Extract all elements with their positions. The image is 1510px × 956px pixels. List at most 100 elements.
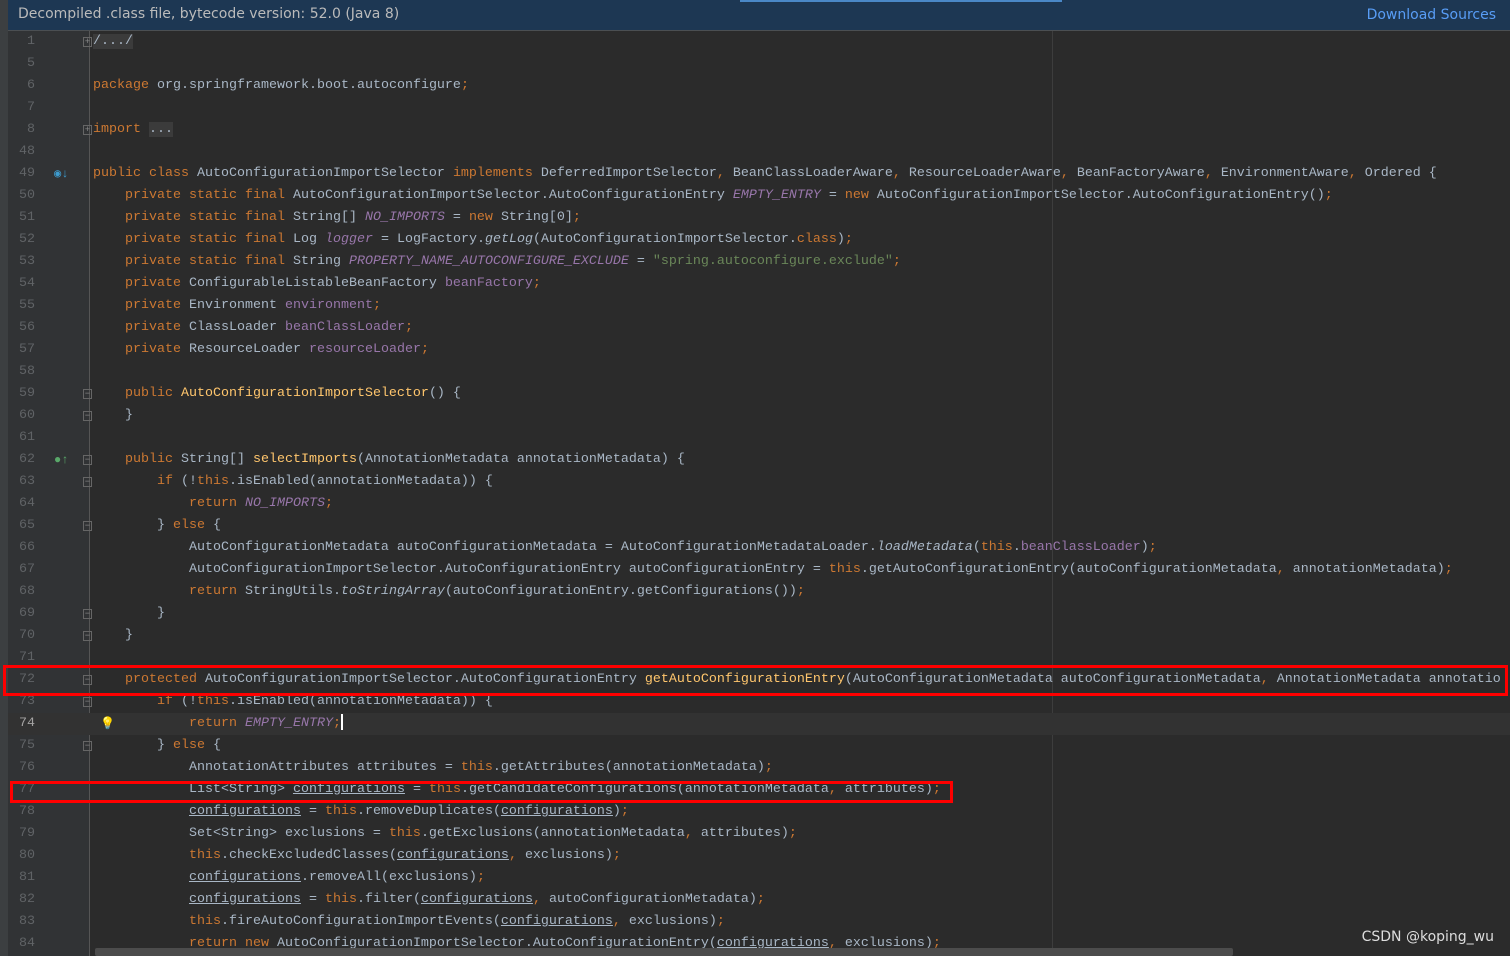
fold-expand-icon[interactable]: + [83,125,92,135]
code-line[interactable]: 53 private static final String PROPERTY_… [8,251,1510,273]
code-token: logger [324,232,373,247]
code-token: private [93,342,189,357]
code-line[interactable]: 54 private ConfigurableListableBeanFacto… [8,273,1510,295]
code-token: beanClassLoader [284,320,405,335]
code-line[interactable]: 62 ●↑ − public String[] selectImports(Anno… [8,449,1510,471]
implemented-icon[interactable]: ◉↓ [54,166,68,182]
fold-collapse-icon[interactable]: − [83,741,92,751]
code-token: /.../ [93,34,133,49]
code-token: configurations [188,870,301,885]
fold-collapse-icon[interactable]: − [83,389,92,399]
fold-collapse-icon[interactable]: − [83,697,92,707]
code-line[interactable]: 48 [8,141,1510,163]
code-token: ; [620,804,629,819]
override-icon[interactable]: ●↑ [54,452,68,468]
code-token: "spring.autoconfigure.exclude" [652,254,893,269]
code-line[interactable]: 1 +/.../ [8,31,1510,53]
code-token: } [93,738,173,753]
code-token: EnvironmentAware [1220,166,1349,181]
line-number: 74 [19,716,35,731]
line-number: 64 [19,496,35,511]
line-number: 84 [19,936,35,951]
code-line[interactable]: 49 ◉↓ public class AutoConfigurationImport… [8,163,1510,185]
code-token: this [388,826,421,841]
fold-collapse-icon[interactable]: − [83,631,92,641]
fold-collapse-icon[interactable]: − [83,455,92,465]
code-line[interactable]: 75 − } else { [8,735,1510,757]
code-token: .fireAutoConfigurationImportEvents( [220,914,501,929]
code-text: public AutoConfigurationImportSelector()… [93,383,1510,405]
code-token: NO_IMPORTS [244,496,325,511]
code-line[interactable]: 79 Set<String> exclusions = this.getExcl… [8,823,1510,845]
code-line[interactable]: 60 − } [8,405,1510,427]
code-token: configurations [500,914,613,929]
code-line[interactable]: 69 − } [8,603,1510,625]
fold-collapse-icon[interactable]: − [83,675,92,685]
code-line[interactable]: 55 private Environment environment; [8,295,1510,317]
fold-collapse-icon[interactable]: − [83,477,92,487]
code-line[interactable]: 71 [8,647,1510,669]
code-token: else [172,738,213,753]
code-token: private static final [93,210,293,225]
fold-collapse-icon[interactable]: − [83,521,92,531]
code-line[interactable]: 83 this.fireAutoConfigurationImportEvent… [8,911,1510,933]
line-number: 1 [27,34,35,49]
line-number: 68 [19,584,35,599]
code-line[interactable]: 63 − if (!this.isEnabled(annotationMetada… [8,471,1510,493]
code-line[interactable]: 65 − } else { [8,515,1510,537]
code-token: this [460,760,493,775]
code-text: configurations = this.filter(configurati… [93,889,1510,911]
line-number: 52 [19,232,35,247]
code-line[interactable]: 70 − } [8,625,1510,647]
code-line[interactable]: 58 [8,361,1510,383]
line-number: 67 [19,562,35,577]
code-token: ; [932,782,941,797]
fold-expand-icon[interactable]: + [83,37,92,47]
code-token: AnnotationMetadata annotatio [1276,672,1501,687]
code-token: (AnnotationMetadata annotationMetadata) … [356,452,685,467]
code-line[interactable]: 56 private ClassLoader beanClassLoader; [8,317,1510,339]
code-token: = [628,254,653,269]
code-line[interactable]: 82 configurations = this.filter(configur… [8,889,1510,911]
code-line[interactable]: 76 AnnotationAttributes attributes = thi… [8,757,1510,779]
code-text: configurations = this.removeDuplicates(c… [93,801,1510,823]
code-token: implements [452,166,541,181]
code-line[interactable]: 6 package org.springframework.boot.autoco… [8,75,1510,97]
code-line[interactable]: 50 private static final AutoConfiguratio… [8,185,1510,207]
code-line[interactable]: 64 return NO_IMPORTS; [8,493,1510,515]
download-sources-link[interactable]: Download Sources [1367,7,1496,23]
code-line[interactable]: 7 [8,97,1510,119]
code-token: ; [892,254,901,269]
code-line[interactable]: 73 − if (!this.isEnabled(annotationMetada… [8,691,1510,713]
code-line[interactable]: 81 configurations.removeAll(exclusions); [8,867,1510,889]
code-line[interactable]: 74 💡 return EMPTY_ENTRY; [8,713,1510,735]
code-token: public [93,452,181,467]
code-line[interactable]: 80 this.checkExcludedClasses(configurati… [8,845,1510,867]
code-token: if [93,474,181,489]
horizontal-scrollbar[interactable] [95,948,1233,956]
code-token: { [212,738,221,753]
code-line[interactable]: 77 List<String> configurations = this.ge… [8,779,1510,801]
code-line[interactable]: 67 AutoConfigurationImportSelector.AutoC… [8,559,1510,581]
code-line[interactable]: 78 configurations = this.removeDuplicate… [8,801,1510,823]
code-token: , [1060,166,1077,181]
code-line[interactable]: 68 return StringUtils.toStringArray(auto… [8,581,1510,603]
line-number: 60 [19,408,35,423]
code-line[interactable]: 57 private ResourceLoader resourceLoader… [8,339,1510,361]
code-line[interactable]: 66 AutoConfigurationMetadata autoConfigu… [8,537,1510,559]
code-text: AutoConfigurationImportSelector.AutoConf… [93,559,1510,581]
code-token: this [428,782,461,797]
code-token: environment [284,298,373,313]
code-token: Environment [188,298,285,313]
code-token: StringUtils. [244,584,341,599]
code-text: private ConfigurableListableBeanFactory … [93,273,1510,295]
code-line[interactable]: 72 − protected AutoConfigurationImportSel… [8,669,1510,691]
code-line[interactable]: 59 − public AutoConfigurationImportSelect… [8,383,1510,405]
code-line[interactable]: 51 private static final String[] NO_IMPO… [8,207,1510,229]
code-line[interactable]: 8 + import ... [8,119,1510,141]
fold-collapse-icon[interactable]: − [83,411,92,421]
code-line[interactable]: 61 [8,427,1510,449]
code-line[interactable]: 52 private static final Log logger = Log… [8,229,1510,251]
code-line[interactable]: 5 [8,53,1510,75]
fold-collapse-icon[interactable]: − [83,609,92,619]
